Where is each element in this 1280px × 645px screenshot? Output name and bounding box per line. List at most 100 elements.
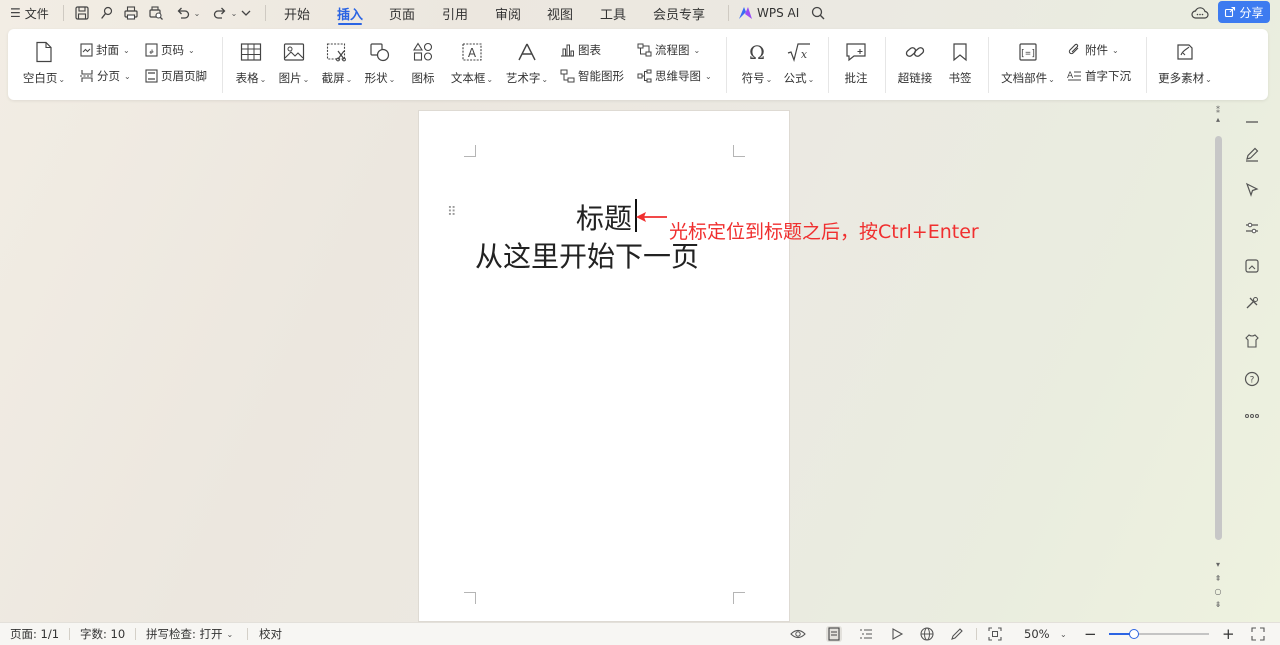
drop-cap-button[interactable]: A 首字下沉 bbox=[1067, 67, 1131, 85]
eye-protection-icon[interactable] bbox=[790, 626, 806, 642]
mindmap-button[interactable]: 思维导图 ⌄ bbox=[637, 67, 712, 85]
screenshot-button[interactable]: 截屏⌄ bbox=[313, 29, 361, 86]
formula-button[interactable]: x 公式⌄ bbox=[775, 29, 823, 86]
scroll-up-icon[interactable]: ⁑ ▴ bbox=[1212, 106, 1224, 124]
blank-page-button[interactable]: 空白页⌄ bbox=[20, 29, 68, 86]
textbox-icon: A bbox=[461, 40, 483, 64]
zoom-dropdown-icon[interactable]: ⌄ bbox=[1059, 623, 1067, 645]
header-footer-button[interactable]: 页眉页脚 bbox=[145, 67, 207, 85]
status-divider bbox=[135, 628, 136, 640]
status-bar: 页面: 1/1 字数: 10 拼写检查: 打开 ⌄ 校对 50% ⌄ − + bbox=[0, 622, 1280, 645]
svg-text:x: x bbox=[801, 48, 808, 61]
web-view-icon[interactable] bbox=[919, 626, 935, 642]
tab-insert[interactable]: 插入 bbox=[337, 0, 363, 26]
pen-edit-icon[interactable] bbox=[1241, 143, 1263, 165]
bookmark-button[interactable]: 书签 bbox=[936, 29, 984, 86]
table-button[interactable]: 表格⌄ bbox=[227, 29, 275, 86]
undo-dropdown-icon[interactable]: ⌄ bbox=[191, 3, 203, 23]
word-count[interactable]: 字数: 10 bbox=[80, 623, 125, 645]
format-painter-icon[interactable] bbox=[97, 3, 117, 23]
fit-page-icon[interactable] bbox=[987, 626, 1003, 642]
shape-button[interactable]: 形状⌄ bbox=[356, 29, 404, 86]
ribbon-divider bbox=[885, 37, 886, 93]
redo-icon[interactable] bbox=[210, 3, 230, 23]
cover-button[interactable]: 封面 ⌄ bbox=[80, 41, 130, 59]
page-indicator[interactable]: 页面: 1/1 bbox=[10, 623, 59, 645]
share-button[interactable]: 分享 bbox=[1218, 1, 1270, 23]
help-icon[interactable]: ? bbox=[1241, 368, 1263, 390]
comment-button[interactable]: 批注 bbox=[832, 29, 880, 86]
next-page-icon[interactable]: ⇟ bbox=[1212, 600, 1224, 609]
zoom-slider-knob[interactable] bbox=[1129, 629, 1139, 639]
zoom-slider[interactable] bbox=[1109, 629, 1209, 639]
document-page[interactable]: 标题 从这里开始下一页 bbox=[418, 110, 790, 622]
scroll-down-icon[interactable]: ▾ bbox=[1212, 560, 1224, 569]
fullscreen-icon[interactable] bbox=[1250, 626, 1266, 642]
vertical-scrollbar[interactable]: ⁑ ▴ ▾ ⇞ ○ ⇟ bbox=[1212, 106, 1224, 618]
adjust-settings-icon[interactable] bbox=[1241, 217, 1263, 239]
play-icon[interactable] bbox=[889, 626, 905, 642]
chart-button[interactable]: 图表 bbox=[560, 41, 601, 59]
doc-parts-button[interactable]: [=] 文档部件⌄ bbox=[1000, 29, 1056, 86]
smart-graphic-button[interactable]: 智能图形 bbox=[560, 67, 624, 85]
save-icon[interactable] bbox=[72, 3, 92, 23]
print-preview-icon[interactable] bbox=[146, 3, 166, 23]
wordart-button[interactable]: 艺术字⌄ bbox=[503, 29, 551, 86]
prev-page-icon[interactable]: ⇞ bbox=[1212, 574, 1224, 583]
attachment-button[interactable]: 附件 ⌄ bbox=[1067, 41, 1119, 59]
spellcheck-toggle[interactable]: 拼写检查: 打开 ⌄ bbox=[146, 623, 233, 645]
link-icon bbox=[904, 40, 926, 64]
browse-object-icon[interactable]: ○ bbox=[1212, 587, 1224, 596]
picture-button[interactable]: 图片⌄ bbox=[270, 29, 318, 86]
zoom-out-icon[interactable]: − bbox=[1084, 623, 1097, 645]
wps-ai-button[interactable]: WPS AI bbox=[738, 0, 799, 26]
icon-button[interactable]: 图标 bbox=[399, 29, 447, 86]
hyperlink-button[interactable]: 超链接 bbox=[891, 29, 939, 86]
shirt-theme-icon[interactable] bbox=[1241, 330, 1263, 352]
share-label: 分享 bbox=[1239, 5, 1264, 20]
collapse-panel-icon[interactable] bbox=[1241, 111, 1263, 133]
tab-home[interactable]: 开始 bbox=[284, 0, 310, 26]
write-mode-icon[interactable] bbox=[949, 626, 965, 642]
tab-page[interactable]: 页面 bbox=[389, 0, 415, 26]
zoom-in-icon[interactable]: + bbox=[1222, 623, 1235, 645]
svg-text:Ω: Ω bbox=[749, 42, 765, 62]
annotation-arrow bbox=[636, 212, 667, 222]
file-menu[interactable]: ☰ 文件 bbox=[10, 0, 49, 26]
page-number-button[interactable]: # 页码 ⌄ bbox=[145, 41, 195, 59]
cursor-select-icon[interactable] bbox=[1241, 179, 1263, 201]
undo-icon[interactable] bbox=[173, 3, 193, 23]
tab-view[interactable]: 视图 bbox=[547, 0, 573, 26]
scrollbar-thumb[interactable] bbox=[1215, 136, 1222, 540]
flowchart-button[interactable]: 流程图 ⌄ bbox=[637, 41, 700, 59]
cloud-sync-icon[interactable] bbox=[1190, 3, 1210, 23]
tab-tools[interactable]: 工具 bbox=[600, 0, 626, 26]
page-view-icon[interactable] bbox=[826, 626, 842, 642]
outline-view-icon[interactable] bbox=[858, 626, 874, 642]
tools-icon[interactable] bbox=[1241, 292, 1263, 314]
document-paragraph[interactable]: 从这里开始下一页 bbox=[475, 235, 699, 275]
tab-references[interactable]: 引用 bbox=[442, 0, 468, 26]
symbol-button[interactable]: Ω 符号⌄ bbox=[733, 29, 781, 86]
proofread-button[interactable]: 校对 bbox=[259, 623, 282, 645]
document-title[interactable]: 标题 bbox=[576, 197, 632, 237]
textbox-button[interactable]: A 文本框⌄ bbox=[448, 29, 496, 86]
paperclip-icon bbox=[1067, 43, 1082, 57]
zoom-level[interactable]: 50% bbox=[1024, 623, 1050, 645]
paragraph-drag-handle[interactable]: ⠿ bbox=[447, 205, 456, 220]
tab-member[interactable]: 会员专享 bbox=[653, 0, 705, 26]
tab-review[interactable]: 审阅 bbox=[495, 0, 521, 26]
page-break-button[interactable]: 分页 ⌄ bbox=[80, 67, 131, 85]
shape-icon bbox=[369, 40, 391, 64]
print-icon[interactable] bbox=[121, 3, 141, 23]
menubar-divider bbox=[265, 5, 266, 21]
ribbon-divider bbox=[726, 37, 727, 93]
more-options-icon[interactable] bbox=[1241, 405, 1263, 427]
more-quick-access-icon[interactable] bbox=[236, 3, 256, 23]
image-edit-icon[interactable] bbox=[1241, 255, 1263, 277]
table-icon bbox=[240, 40, 262, 64]
file-menu-label: 文件 bbox=[24, 6, 49, 21]
more-materials-button[interactable]: 更多素材⌄ bbox=[1155, 29, 1215, 86]
search-icon[interactable] bbox=[808, 3, 828, 23]
ribbon-divider bbox=[1146, 37, 1147, 93]
